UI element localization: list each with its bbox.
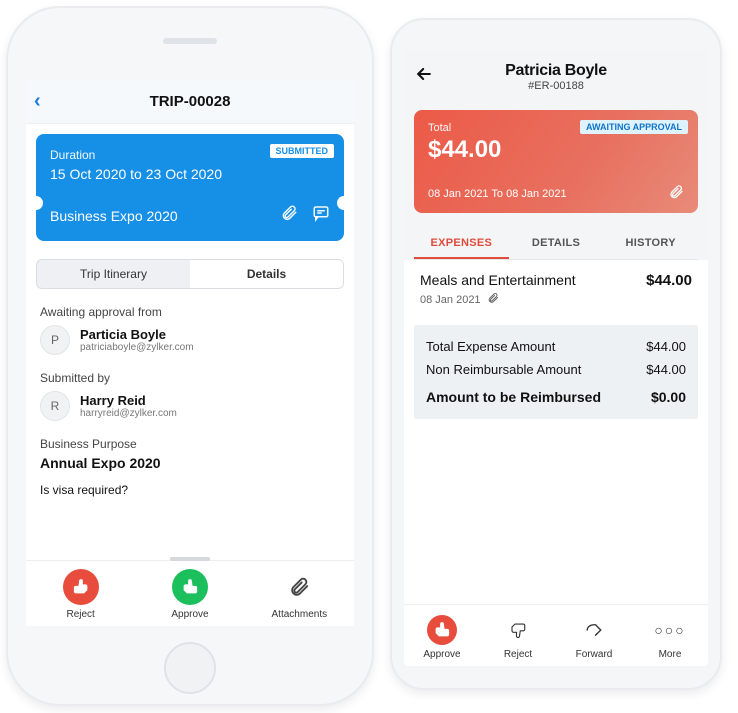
reject-label: Reject [66,609,94,620]
more-icon: ○○○ [654,615,685,645]
phone-left-bezel: ‹ TRIP-00028 SUBMITTED Duration 15 Oct 2… [6,6,374,706]
action-tray: Approve Reject Forward [404,604,708,666]
avatar: R [40,391,70,421]
attachment-icon[interactable] [668,184,684,203]
reject-label: Reject [504,649,532,660]
phone-right-bezel: Patricia Boyle #ER-00188 AWAITING APPROV… [390,18,722,690]
action-tray: Reject Approve Attachments [26,560,354,626]
tab-details[interactable]: Details [190,260,343,288]
attachment-icon[interactable] [280,204,298,227]
approver-email: patriciaboyle@zylker.com [80,342,194,353]
approve-label: Approve [171,609,208,620]
total-expense-label: Total Expense Amount [426,339,555,354]
trip-name: Business Expo 2020 [50,208,178,224]
tab-trip-itinerary[interactable]: Trip Itinerary [37,260,190,288]
phone-speaker [163,38,217,44]
expense-item-amount: $44.00 [646,272,692,289]
attachments-label: Attachments [272,609,328,620]
home-button[interactable] [164,642,216,694]
more-label: More [659,649,682,660]
business-purpose-value: Annual Expo 2020 [40,455,340,471]
submitter-row[interactable]: R Harry Reid harryreid@zylker.com [40,391,340,421]
forward-button[interactable]: Forward [559,615,629,660]
tab-history[interactable]: HISTORY [603,227,698,259]
tab-details[interactable]: DETAILS [509,227,604,259]
non-reimbursable-value: $44.00 [646,362,686,377]
tab-expenses[interactable]: EXPENSES [414,227,509,259]
trip-card[interactable]: SUBMITTED Duration 15 Oct 2020 to 23 Oct… [36,134,344,241]
approve-button[interactable]: Approve [145,569,235,620]
total-amount: $44.00 [428,136,684,164]
non-reimbursable-label: Non Reimbursable Amount [426,362,581,377]
phone-left: ‹ TRIP-00028 SUBMITTED Duration 15 Oct 2… [8,8,372,704]
thumbs-up-icon [172,569,208,605]
thumbs-down-icon [63,569,99,605]
total-expense-value: $44.00 [646,339,686,354]
submitter-name: Harry Reid [80,393,177,408]
forward-icon [585,615,603,645]
expense-item[interactable]: Meals and Entertainment 08 Jan 2021 $44.… [404,272,708,319]
thumbs-up-icon [427,615,457,645]
business-purpose-heading: Business Purpose [40,437,340,451]
top-bar: ‹ TRIP-00028 [26,80,354,124]
page-title: TRIP-00028 [150,93,231,110]
summary-panel: Total Expense Amount $44.00 Non Reimburs… [414,325,698,419]
back-icon[interactable]: ‹ [34,90,41,113]
reject-button[interactable]: Reject [483,615,553,660]
approver-name: Particia Boyle [80,327,194,342]
expense-card[interactable]: AWAITING APPROVAL Total $44.00 08 Jan 20… [414,110,698,213]
visa-required-heading: Is visa required? [40,483,340,497]
avatar: P [40,325,70,355]
reimbursed-label: Amount to be Reimbursed [426,389,601,405]
date-range: 08 Jan 2021 To 08 Jan 2021 [428,188,567,200]
attachment-icon [288,569,310,605]
awaiting-approval-heading: Awaiting approval from [40,305,340,319]
date-range: 15 Oct 2020 to 23 Oct 2020 [50,166,330,182]
attachments-button[interactable]: Attachments [254,569,344,620]
more-button[interactable]: ○○○ More [635,615,705,660]
thumbs-down-icon [509,615,527,645]
reject-button[interactable]: Reject [36,569,126,620]
submitted-by-heading: Submitted by [40,371,340,385]
drag-handle[interactable] [170,557,210,561]
duration-label: Duration [50,148,330,162]
tabs: EXPENSES DETAILS HISTORY [414,227,698,260]
segmented-control: Trip Itinerary Details [36,259,344,289]
person-name: Patricia Boyle [505,62,607,80]
total-label: Total [428,122,684,134]
approver-row[interactable]: P Particia Boyle patriciaboyle@zylker.co… [40,325,340,355]
phone-right: Patricia Boyle #ER-00188 AWAITING APPROV… [392,20,720,688]
comment-icon[interactable] [312,204,330,227]
approve-button[interactable]: Approve [407,615,477,660]
forward-label: Forward [576,649,613,660]
submitter-email: harryreid@zylker.com [80,408,177,419]
back-icon[interactable] [414,64,434,89]
expense-item-date: 08 Jan 2021 [420,294,481,306]
approve-label: Approve [423,649,460,660]
expense-reference: #ER-00188 [528,80,584,92]
reimbursed-value: $0.00 [651,389,686,405]
attachment-icon [487,292,499,307]
top-bar: Patricia Boyle #ER-00188 [404,50,708,104]
expense-item-title: Meals and Entertainment [420,272,576,288]
